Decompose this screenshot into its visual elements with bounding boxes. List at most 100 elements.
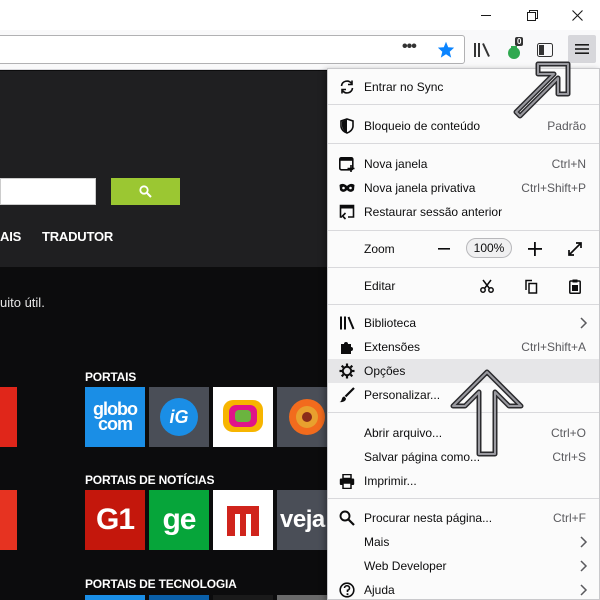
open-file-shortcut: Ctrl+O — [550, 426, 586, 440]
tile-tech-3[interactable] — [213, 595, 273, 600]
fullscreen-icon — [568, 242, 582, 256]
save-page-shortcut: Ctrl+S — [552, 450, 586, 464]
copy-button[interactable] — [520, 275, 542, 297]
tile-veja-label: veja — [280, 506, 325, 533]
menu-item-more[interactable]: Mais — [328, 530, 599, 554]
menu-item-library-label: Biblioteca — [364, 316, 417, 330]
menu-item-open-file-label: Abrir arquivo... — [364, 426, 443, 440]
tile-terra[interactable] — [277, 387, 327, 447]
menu-separator — [328, 304, 599, 305]
menu-item-print-label: Imprimir... — [364, 474, 417, 488]
menu-item-web-developer[interactable]: Web Developer — [328, 554, 599, 578]
cut-button[interactable] — [476, 275, 498, 297]
app-menu-panel: Entrar no Sync Bloqueio de conteúdo Padr… — [327, 68, 600, 600]
menu-item-private-window[interactable]: Nova janela privativa Ctrl+Shift+P — [328, 176, 599, 200]
chevron-right-icon — [580, 584, 588, 596]
private-window-shortcut: Ctrl+Shift+P — [521, 181, 586, 195]
menu-item-edit-label: Editar — [364, 279, 396, 293]
find-shortcut: Ctrl+F — [553, 511, 586, 525]
gear-icon — [339, 363, 355, 379]
tile-partial-red[interactable] — [0, 387, 17, 447]
terra-logo — [289, 399, 325, 435]
search-button[interactable] — [111, 178, 180, 205]
section-title-noticias: PORTAIS DE NOTÍCIAS — [85, 473, 215, 487]
menu-separator — [328, 230, 599, 231]
m-logo — [227, 506, 259, 536]
search-icon — [139, 185, 152, 198]
pointer-arrow-icon — [450, 369, 524, 457]
url-bar[interactable]: ••• — [0, 35, 465, 64]
chevron-right-icon — [580, 560, 588, 572]
copy-icon — [525, 279, 538, 294]
zoom-out-button[interactable] — [433, 238, 455, 260]
menu-item-print[interactable]: Imprimir... — [328, 469, 599, 493]
tile-tech-1[interactable] — [85, 595, 145, 600]
title-bar — [0, 0, 600, 30]
tile-g1[interactable]: G1 — [85, 490, 145, 550]
tile-partial-red-2[interactable] — [0, 490, 17, 550]
menu-item-help[interactable]: Ajuda — [328, 578, 599, 599]
tile-globo[interactable]: globo com — [85, 387, 145, 447]
tile-g1-label: G1 — [95, 503, 135, 536]
paintbrush-icon — [339, 387, 355, 403]
menu-item-options-label: Opções — [364, 364, 406, 378]
menu-separator — [328, 143, 599, 144]
help-icon — [339, 582, 355, 598]
menu-item-sync-label: Entrar no Sync — [364, 80, 444, 94]
menu-separator — [328, 498, 599, 499]
menu-item-private-window-label: Nova janela privativa — [364, 181, 476, 195]
menu-item-find-label: Procurar nesta página... — [364, 511, 493, 525]
menu-item-web-developer-label: Web Developer — [364, 559, 447, 573]
menu-item-restore-session[interactable]: Restaurar sessão anterior — [328, 200, 599, 224]
shield-icon — [339, 118, 355, 134]
tile-globo-label-2: com — [97, 414, 133, 434]
tile-uol[interactable] — [213, 387, 273, 447]
tile-ig-label: iG — [160, 398, 198, 436]
restore-icon[interactable] — [509, 0, 555, 30]
library-icon[interactable] — [470, 30, 494, 70]
zoom-in-button[interactable] — [524, 238, 546, 260]
tile-ge[interactable]: ge — [149, 490, 209, 550]
minimize-icon[interactable] — [463, 0, 509, 30]
menu-item-library[interactable]: Biblioteca — [328, 311, 599, 335]
new-window-shortcut: Ctrl+N — [551, 157, 586, 171]
tile-ge-label: ge — [162, 503, 196, 536]
section-title-portais: PORTAIS — [85, 370, 137, 384]
zoom-reset-button[interactable]: 100% — [466, 238, 512, 258]
chevron-right-icon — [580, 536, 588, 548]
sync-icon — [339, 79, 355, 95]
menu-item-zoom: Zoom 100% — [328, 237, 599, 261]
search-input[interactable] — [0, 178, 96, 205]
bookmark-star-icon[interactable] — [437, 41, 455, 63]
tile-tech-4[interactable] — [277, 595, 327, 600]
pointer-arrow-icon — [513, 61, 571, 119]
menu-item-restore-session-label: Restaurar sessão anterior — [364, 205, 503, 219]
tile-tech-2[interactable] — [149, 595, 209, 600]
private-mask-icon — [339, 180, 355, 196]
printer-icon — [339, 473, 355, 489]
chevron-right-icon — [580, 317, 588, 329]
section-title-tecnologia: PORTAIS DE TECNOLOGIA — [85, 577, 237, 591]
minus-icon — [438, 248, 450, 250]
fullscreen-button[interactable] — [564, 238, 586, 260]
menu-item-more-label: Mais — [364, 535, 390, 549]
menu-item-addons[interactable]: Extensões Ctrl+Shift+A — [328, 335, 599, 359]
menu-item-addons-label: Extensões — [364, 340, 421, 354]
menu-item-zoom-label: Zoom — [364, 242, 395, 256]
nav-link-portais[interactable]: AIS — [0, 229, 21, 244]
page-actions-icon[interactable]: ••• — [402, 38, 417, 56]
tile-m[interactable] — [213, 490, 273, 550]
menu-item-edit: Editar — [328, 274, 599, 298]
uol-logo — [223, 400, 263, 432]
tip-text: uito útil. — [0, 295, 45, 310]
tile-ig[interactable]: iG — [149, 387, 209, 447]
menu-item-content-blocking-label: Bloqueio de conteúdo — [364, 119, 481, 133]
search-icon — [339, 510, 355, 526]
close-icon[interactable] — [554, 0, 600, 30]
nav-link-tradutor[interactable]: TRADUTOR — [42, 229, 113, 244]
menu-item-new-window[interactable]: Nova janela Ctrl+N — [328, 152, 599, 176]
tile-veja[interactable]: veja — [277, 490, 327, 550]
addons-shortcut: Ctrl+Shift+A — [521, 340, 586, 354]
paste-button[interactable] — [564, 275, 586, 297]
menu-item-find[interactable]: Procurar nesta página... Ctrl+F — [328, 506, 599, 530]
